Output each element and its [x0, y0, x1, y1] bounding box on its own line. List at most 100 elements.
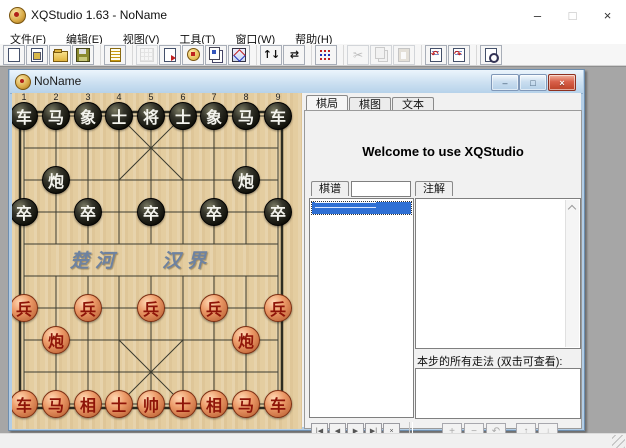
river-text-left: 楚河 [70, 246, 120, 273]
black-piece-象-c7r1[interactable]: 象 [200, 102, 228, 130]
tab-zhujie[interactable]: 注解 [415, 181, 453, 196]
save-button[interactable] [72, 45, 94, 65]
child-window-title: NoName [34, 74, 81, 88]
black-piece-车-c9r1[interactable]: 车 [264, 102, 292, 130]
moves-list[interactable] [415, 368, 581, 419]
annotation-textarea[interactable] [415, 198, 581, 349]
red-piece-相-c7r10[interactable]: 相 [200, 390, 228, 418]
board-grid-lines [12, 93, 302, 429]
copy-board-button[interactable] [205, 45, 227, 65]
red-piece-相-c3r10[interactable]: 相 [74, 390, 102, 418]
print-preview-icon [485, 48, 497, 62]
open-button[interactable] [49, 45, 71, 65]
qipu-input[interactable] [351, 181, 411, 197]
edit-position-button[interactable] [182, 45, 204, 65]
annotation-scrollbar[interactable] [565, 200, 579, 347]
black-piece-卒-c7r4[interactable]: 卒 [200, 198, 228, 226]
flip-horizontal-icon: ⇄ [290, 46, 298, 64]
new-board-button[interactable] [26, 45, 48, 65]
board-setup-icon [140, 48, 154, 62]
black-piece-士-c6r1[interactable]: 士 [169, 102, 197, 130]
copy-board-icon [209, 47, 220, 60]
child-window-icon [15, 74, 31, 90]
show-moves-button[interactable] [315, 45, 337, 65]
game-list-button[interactable] [104, 45, 126, 65]
black-piece-卒-c3r4[interactable]: 卒 [74, 198, 102, 226]
title-bar[interactable]: XQStudio 1.63 - NoName – □ × [0, 0, 626, 30]
black-piece-马-c2r1[interactable]: 马 [42, 102, 70, 130]
child-title-bar[interactable]: NoName – □ × [10, 70, 583, 94]
game-list-selected-item[interactable] [312, 202, 411, 214]
close-button[interactable]: × [590, 0, 625, 30]
resize-grip[interactable] [612, 435, 625, 448]
black-piece-炮-c8r3[interactable]: 炮 [232, 166, 260, 194]
moves-label: 本步的所有走法 (双击可查看): [417, 353, 562, 369]
column-number: 1 [21, 93, 26, 102]
red-piece-马-c8r10[interactable]: 马 [232, 390, 260, 418]
window-title: XQStudio 1.63 - NoName [31, 8, 167, 22]
red-piece-车-c9r10[interactable]: 车 [264, 390, 292, 418]
red-piece-马-c2r10[interactable]: 马 [42, 390, 70, 418]
child-maximize-button[interactable]: □ [519, 74, 547, 91]
column-number: 8 [243, 93, 248, 102]
book-back-icon [430, 48, 442, 62]
black-piece-将-c5r1[interactable]: 将 [137, 102, 165, 130]
toolbar-separator [252, 45, 257, 65]
red-piece-士-c6r10[interactable]: 士 [169, 390, 197, 418]
maximize-button[interactable]: □ [555, 0, 590, 30]
copy-button[interactable] [370, 45, 392, 65]
app-icon [9, 7, 26, 24]
paste-button[interactable] [393, 45, 415, 65]
print-preview-button[interactable] [480, 45, 502, 65]
red-piece-兵-c3r7[interactable]: 兵 [74, 294, 102, 322]
child-close-button[interactable]: × [548, 74, 576, 91]
new-board-icon [31, 48, 43, 62]
column-number: 5 [148, 93, 153, 102]
red-piece-炮-c2r8[interactable]: 炮 [42, 326, 70, 354]
black-piece-卒-c5r4[interactable]: 卒 [137, 198, 165, 226]
red-piece-帅-c5r10[interactable]: 帅 [137, 390, 165, 418]
child-window: NoName – □ × 楚河 汉界 123456789车马象士将士象马车炮炮卒… [8, 69, 585, 431]
book-forward-icon [453, 48, 465, 62]
open-icon [53, 51, 68, 62]
black-piece-卒-c9r4[interactable]: 卒 [264, 198, 292, 226]
xqstudio-window: XQStudio 1.63 - NoName – □ × 文件(F)编辑(E)视… [0, 0, 626, 448]
cut-icon: ✂ [353, 47, 363, 63]
red-piece-兵-c5r7[interactable]: 兵 [137, 294, 165, 322]
board-setup-button[interactable] [136, 45, 158, 65]
black-piece-士-c4r1[interactable]: 士 [105, 102, 133, 130]
game-list[interactable] [309, 198, 414, 418]
export-doc-button[interactable] [159, 45, 181, 65]
black-piece-炮-c2r3[interactable]: 炮 [42, 166, 70, 194]
book-forward-button[interactable] [448, 45, 470, 65]
flip-vertical-button[interactable]: ↑↓ [260, 45, 282, 65]
tab-qipu[interactable]: 棋谱 [311, 181, 349, 196]
red-piece-炮-c8r8[interactable]: 炮 [232, 326, 260, 354]
scroll-up-icon[interactable] [568, 205, 576, 213]
mdi-background: NoName – □ × 楚河 汉界 123456789车马象士将士象马车炮炮卒… [0, 66, 626, 433]
flip-horizontal-button[interactable]: ⇄ [283, 45, 305, 65]
toolbar-separator [472, 45, 477, 65]
toolbar: ↑↓ ⇄ ✂ [0, 44, 626, 66]
copy-icon [375, 47, 385, 59]
game-panel: 棋局棋图文本 Welcome to use XQStudio 棋谱 注解 [304, 93, 583, 429]
book-back-button[interactable] [425, 45, 447, 65]
river-text-right: 汉界 [162, 246, 212, 273]
demo-board-button[interactable] [228, 45, 250, 65]
red-piece-士-c4r10[interactable]: 士 [105, 390, 133, 418]
red-piece-兵-c9r7[interactable]: 兵 [264, 294, 292, 322]
cut-button[interactable]: ✂ [347, 45, 369, 65]
red-piece-兵-c7r7[interactable]: 兵 [200, 294, 228, 322]
selected-item-text [315, 202, 376, 208]
panel-tab-strip: 棋局棋图文本 [306, 94, 435, 111]
child-client-area: 楚河 汉界 123456789车马象士将士象马车炮炮卒卒卒卒卒兵兵兵兵兵炮炮车马… [12, 93, 581, 427]
child-minimize-button[interactable]: – [491, 74, 519, 91]
column-number: 7 [211, 93, 216, 102]
xiangqi-board[interactable]: 楚河 汉界 123456789车马象士将士象马车炮炮卒卒卒卒卒兵兵兵兵兵炮炮车马… [12, 93, 302, 429]
minimize-button[interactable]: – [520, 0, 555, 30]
new-button[interactable] [3, 45, 25, 65]
black-piece-马-c8r1[interactable]: 马 [232, 102, 260, 130]
black-piece-象-c3r1[interactable]: 象 [74, 102, 102, 130]
show-moves-icon [320, 49, 332, 61]
toolbar-separator [128, 45, 133, 65]
